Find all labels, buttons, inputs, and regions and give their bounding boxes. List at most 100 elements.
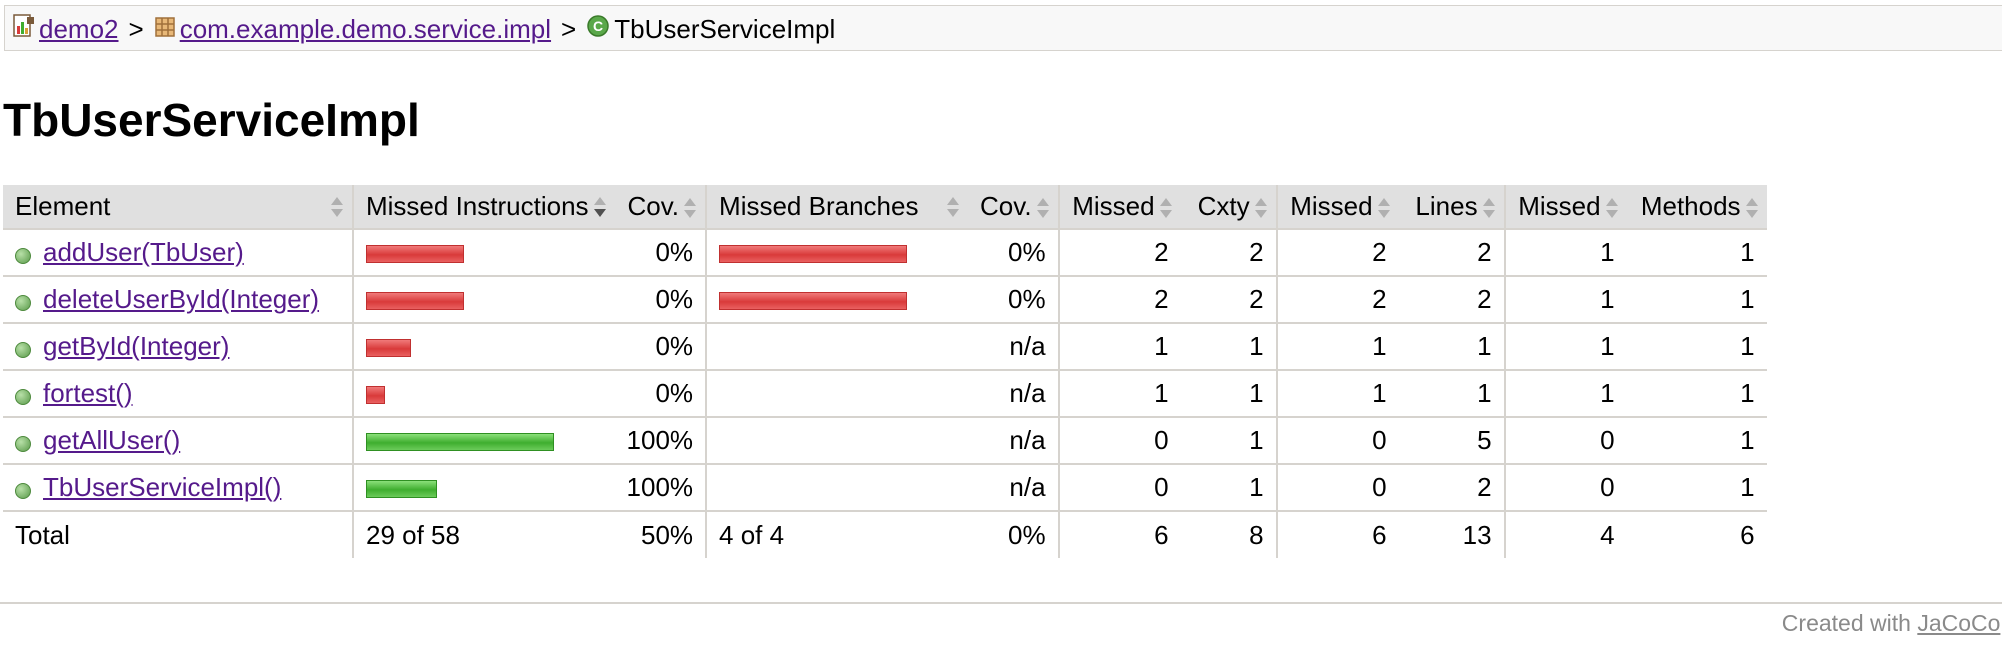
- methods-cell: 1: [1626, 464, 1767, 512]
- missed-branches-cell: [705, 276, 969, 324]
- element-cell: addUser(TbUser): [3, 229, 353, 277]
- missed-lines-cell: 0: [1275, 464, 1399, 512]
- page-title: TbUserServiceImpl: [3, 94, 420, 146]
- total-cxty: 8: [1249, 519, 1264, 550]
- missed-lines-cell: 1: [1275, 323, 1399, 371]
- missed-lines-cell: 2: [1275, 229, 1399, 277]
- methods-cell: 1: [1626, 370, 1767, 418]
- total-row: Total 29 of 58 50% 4 of 4 0% 6 8 6 13 4 …: [3, 511, 1767, 558]
- footer: Created with JaCoCo 0.: [1782, 610, 2002, 637]
- method-icon: [15, 389, 31, 406]
- table-row: getAllUser() 100% n/a 0 1 0 5 0 1: [3, 417, 1767, 465]
- missed-lines-cell: 2: [1275, 276, 1399, 324]
- footer-divider: [0, 602, 2002, 604]
- element-link[interactable]: deleteUserById(Integer): [43, 284, 319, 314]
- missed-cxty-cell: 2: [1057, 276, 1181, 324]
- sort-icon: [1036, 198, 1050, 219]
- lines-cell: 5: [1398, 417, 1505, 465]
- missed-cxty-cell: 0: [1057, 464, 1181, 512]
- header-missed-methods[interactable]: Missed: [1503, 185, 1627, 230]
- header-branches-coverage[interactable]: Cov.: [968, 185, 1059, 230]
- header-lines[interactable]: Lines: [1398, 185, 1505, 230]
- table-row: addUser(TbUser) 0% 0% 2 2 2 2 1 1: [3, 229, 1767, 277]
- total-methods: 6: [1740, 519, 1755, 550]
- element-link[interactable]: addUser(TbUser): [43, 237, 244, 267]
- cxty-cell: 1: [1180, 370, 1277, 418]
- total-missed-instructions: 29 of 58: [352, 511, 615, 558]
- header-methods[interactable]: Methods: [1626, 185, 1767, 230]
- instructions-coverage-cell: 0%: [614, 370, 707, 418]
- breadcrumb-separator: >: [128, 14, 144, 44]
- cxty-cell: 2: [1180, 276, 1277, 324]
- missed-cxty-cell: 1: [1057, 323, 1181, 371]
- table-header-row: Element Missed Instructions Cov. Missed …: [3, 185, 1767, 230]
- svg-text:C: C: [593, 18, 603, 34]
- branches-coverage-bar: [719, 245, 908, 264]
- instructions-coverage-bar: [366, 245, 464, 264]
- header-missed-branches[interactable]: Missed Branches: [705, 185, 969, 230]
- total-missed-cxty: 6: [1057, 511, 1181, 558]
- header-instructions-coverage[interactable]: Cov.: [614, 185, 707, 230]
- sort-icon: [1605, 198, 1619, 219]
- missed-cxty-cell: 2: [1057, 229, 1181, 277]
- element-link[interactable]: getById(Integer): [43, 331, 229, 361]
- method-icon: [15, 295, 31, 312]
- cxty-cell: 1: [1180, 464, 1277, 512]
- method-icon: [15, 248, 31, 265]
- missed-methods-cell: 1: [1503, 370, 1627, 418]
- total-missed-lines: 6: [1275, 511, 1399, 558]
- instructions-coverage-bar: [366, 339, 411, 358]
- breadcrumb-current: TbUserServiceImpl: [614, 14, 836, 44]
- breadcrumb-separator: >: [561, 14, 577, 44]
- total-missed-methods: 4: [1503, 511, 1627, 558]
- total-branches-coverage: 0%: [1007, 519, 1046, 550]
- sort-icon: [1482, 198, 1496, 219]
- cxty-cell: 1: [1180, 323, 1277, 371]
- missed-instructions-cell: [352, 370, 615, 418]
- sort-icon: [683, 198, 697, 219]
- table-row: TbUserServiceImpl() 100% n/a 0 1 0 2 0 1: [3, 464, 1767, 512]
- sort-icon: [1159, 198, 1173, 219]
- missed-lines-cell: 0: [1275, 417, 1399, 465]
- header-cxty[interactable]: Cxty: [1180, 185, 1277, 230]
- breadcrumb-link-package[interactable]: com.example.demo.service.impl: [180, 14, 551, 44]
- element-link[interactable]: getAllUser(): [43, 425, 180, 455]
- sort-icon: [1377, 198, 1391, 219]
- total-lines: 13: [1462, 519, 1492, 550]
- total-instructions-coverage: 50%: [640, 519, 694, 550]
- cxty-cell: 1: [1180, 417, 1277, 465]
- missed-cxty-cell: 1: [1057, 370, 1181, 418]
- missed-instructions-cell: [352, 323, 615, 371]
- jacoco-link[interactable]: JaCoCo: [1917, 610, 2000, 636]
- instructions-coverage-bar: [366, 386, 385, 405]
- breadcrumb-link-demo2[interactable]: demo2: [39, 14, 119, 44]
- methods-cell: 1: [1626, 417, 1767, 465]
- missed-branches-cell: [705, 229, 969, 277]
- table-row: deleteUserById(Integer) 0% 0% 2 2 2 2 1 1: [3, 276, 1767, 324]
- coverage-table: Element Missed Instructions Cov. Missed …: [3, 185, 1767, 558]
- table-body: addUser(TbUser) 0% 0% 2 2 2 2 1 1 deleteUserById(…: [3, 229, 1767, 512]
- header-missed-cxty[interactable]: Missed: [1057, 185, 1181, 230]
- element-link[interactable]: TbUserServiceImpl(): [43, 472, 281, 502]
- element-cell: fortest(): [3, 370, 353, 418]
- methods-cell: 1: [1626, 229, 1767, 277]
- instructions-coverage-cell: 100%: [614, 464, 707, 512]
- branches-coverage-bar: [719, 292, 908, 311]
- missed-methods-cell: 1: [1503, 229, 1627, 277]
- branches-coverage-cell: n/a: [968, 370, 1059, 418]
- instructions-coverage-bar: [366, 292, 464, 311]
- method-icon: [15, 483, 31, 500]
- sort-icon: [946, 196, 960, 217]
- header-missed-lines[interactable]: Missed: [1275, 185, 1399, 230]
- sort-icon: [1745, 198, 1759, 219]
- table-row: fortest() 0% n/a 1 1 1 1 1 1: [3, 370, 1767, 418]
- missed-instructions-cell: [352, 229, 615, 277]
- instructions-coverage-cell: 0%: [614, 229, 707, 277]
- element-cell: deleteUserById(Integer): [3, 276, 353, 324]
- missed-instructions-cell: [352, 464, 615, 512]
- element-link[interactable]: fortest(): [43, 378, 133, 408]
- header-element[interactable]: Element: [3, 185, 353, 230]
- sort-icon: [330, 196, 344, 217]
- lines-cell: 2: [1398, 229, 1505, 277]
- header-missed-instructions[interactable]: Missed Instructions: [352, 185, 615, 230]
